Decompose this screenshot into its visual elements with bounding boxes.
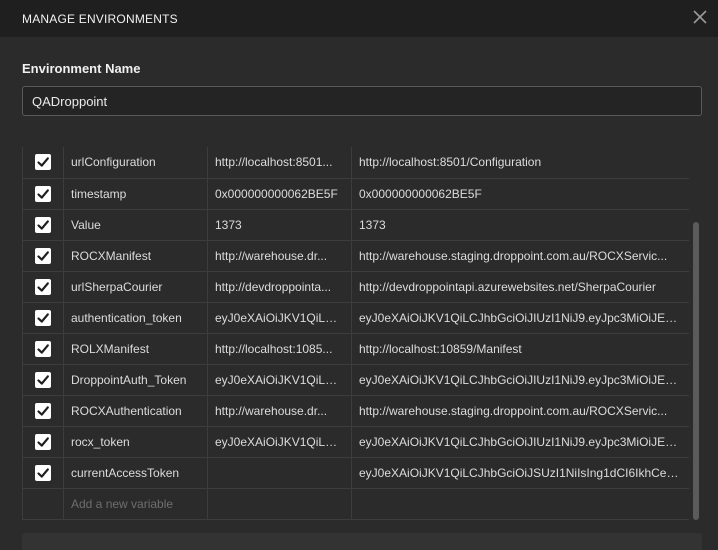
row-checkbox-cell xyxy=(22,301,64,334)
checkmark-icon xyxy=(37,467,49,478)
checkmark-icon xyxy=(37,405,49,416)
variable-current-value-cell[interactable]: 0x000000000062BE5F xyxy=(351,177,689,210)
row-checkbox-cell xyxy=(22,363,64,396)
enabled-checkbox[interactable] xyxy=(35,216,51,233)
dialog-titlebar: MANAGE ENVIRONMENTS xyxy=(0,0,718,37)
variable-key-cell[interactable]: ROCXAuthentication xyxy=(63,394,208,427)
variable-initial-value-cell[interactable]: eyJ0eXAiOiJKV1QiLCJ... xyxy=(207,425,352,458)
variable-current-value-cell[interactable]: http://warehouse.staging.droppoint.com.a… xyxy=(351,239,689,272)
variable-key-cell[interactable]: ROLXManifest xyxy=(63,332,208,365)
enabled-checkbox[interactable] xyxy=(35,464,51,481)
enabled-checkbox[interactable] xyxy=(35,402,51,419)
enabled-checkbox[interactable] xyxy=(35,185,51,202)
close-icon[interactable] xyxy=(692,9,708,25)
variable-current-value-cell[interactable]: eyJ0eXAiOiJKV1QiLCJhbGciOiJIUzI1NiJ9.eyJ… xyxy=(351,425,689,458)
table-row: rocx_token eyJ0eXAiOiJKV1QiLCJ... eyJ0eXAi… xyxy=(22,425,689,458)
environment-name-label: Environment Name xyxy=(22,61,141,76)
variable-initial-value-cell[interactable]: eyJ0eXAiOiJKV1QiLCJ... xyxy=(207,363,352,396)
variable-initial-value-cell[interactable]: http://warehouse.dr... xyxy=(207,239,352,272)
variable-initial-value-cell[interactable] xyxy=(207,456,352,489)
table-row: DroppointAuth_Token eyJ0eXAiOiJKV1QiLCJ..… xyxy=(22,363,689,396)
environment-name-input[interactable] xyxy=(22,86,702,116)
variable-key-cell[interactable]: urlSherpaCourier xyxy=(63,270,208,303)
bottom-panel xyxy=(22,533,702,550)
variable-key-cell[interactable]: timestamp xyxy=(63,177,208,210)
variable-initial-value-cell[interactable]: http://localhost:1085... xyxy=(207,332,352,365)
checkmark-icon xyxy=(37,343,49,354)
checkmark-icon xyxy=(37,374,49,385)
variable-current-value-cell[interactable]: http://devdroppointapi.azurewebsites.net… xyxy=(351,270,689,303)
table-row: timestamp 0x000000000062BE5F 0x00000000006… xyxy=(22,177,689,210)
checkmark-icon xyxy=(37,281,49,292)
variable-current-value-cell[interactable]: eyJ0eXAiOiJKV1QiLCJhbGciOiJIUzI1NiJ9.eyJ… xyxy=(351,363,689,396)
row-checkbox-cell xyxy=(22,147,64,179)
variable-current-value-cell[interactable]: eyJ0eXAiOiJKV1QiLCJhbGciOiJSUzI1NiIsIng1… xyxy=(351,456,689,489)
variable-current-value-cell[interactable]: eyJ0eXAiOiJKV1QiLCJhbGciOiJIUzI1NiJ9.eyJ… xyxy=(351,301,689,334)
variable-key-cell[interactable]: Value xyxy=(63,208,208,241)
table-row: urlConfiguration http://localhost:8501...… xyxy=(22,147,689,179)
table-row: urlSherpaCourier http://devdroppointa... h… xyxy=(22,270,689,303)
enabled-checkbox[interactable] xyxy=(35,371,51,388)
row-checkbox-cell xyxy=(22,456,64,489)
new-variable-current-cell[interactable] xyxy=(351,487,689,520)
variable-key-cell[interactable]: urlConfiguration xyxy=(63,147,208,179)
checkmark-icon xyxy=(37,436,49,447)
enabled-checkbox[interactable] xyxy=(35,154,51,171)
table-row: ROCXManifest http://warehouse.dr... http:/… xyxy=(22,239,689,272)
variable-key-cell[interactable]: currentAccessToken xyxy=(63,456,208,489)
checkmark-icon xyxy=(37,157,49,167)
variable-initial-value-cell[interactable]: eyJ0eXAiOiJKV1QiLCJ... xyxy=(207,301,352,334)
checkmark-icon xyxy=(37,219,49,230)
variable-initial-value-cell[interactable]: http://warehouse.dr... xyxy=(207,394,352,427)
variable-initial-value-cell[interactable]: 1373 xyxy=(207,208,352,241)
variable-current-value-cell[interactable]: http://localhost:8501/Configuration xyxy=(351,147,689,179)
variable-key-cell[interactable]: authentication_token xyxy=(63,301,208,334)
enabled-checkbox[interactable] xyxy=(35,309,51,326)
variable-current-value-cell[interactable]: http://warehouse.staging.droppoint.com.a… xyxy=(351,394,689,427)
new-variable-initial-cell[interactable] xyxy=(207,487,352,520)
empty-checkbox-cell xyxy=(22,487,64,520)
table-row: ROCXAuthentication http://warehouse.dr...… xyxy=(22,394,689,427)
row-checkbox-cell xyxy=(22,394,64,427)
table-row: Value 1373 1373 xyxy=(22,208,689,241)
variable-initial-value-cell[interactable]: 0x000000000062BE5F xyxy=(207,177,352,210)
enabled-checkbox[interactable] xyxy=(35,247,51,264)
variable-current-value-cell[interactable]: 1373 xyxy=(351,208,689,241)
table-row: currentAccessToken eyJ0eXAiOiJKV1QiLCJhbG… xyxy=(22,456,689,489)
table-row: ROLXManifest http://localhost:1085... http… xyxy=(22,332,689,365)
variable-key-cell[interactable]: DroppointAuth_Token xyxy=(63,363,208,396)
row-checkbox-cell xyxy=(22,425,64,458)
row-checkbox-cell xyxy=(22,177,64,210)
new-variable-row: Add a new variable xyxy=(22,487,689,520)
variable-current-value-cell[interactable]: http://localhost:10859/Manifest xyxy=(351,332,689,365)
table-scrollbar-thumb[interactable] xyxy=(693,222,699,520)
enabled-checkbox[interactable] xyxy=(35,340,51,357)
variable-initial-value-cell[interactable]: http://devdroppointa... xyxy=(207,270,352,303)
variables-table: urlConfiguration http://localhost:8501...… xyxy=(22,147,689,523)
row-checkbox-cell xyxy=(22,270,64,303)
variable-key-cell[interactable]: ROCXManifest xyxy=(63,239,208,272)
row-checkbox-cell xyxy=(22,332,64,365)
row-checkbox-cell xyxy=(22,208,64,241)
dialog-title: MANAGE ENVIRONMENTS xyxy=(22,12,178,26)
checkmark-icon xyxy=(37,250,49,261)
new-variable-input[interactable]: Add a new variable xyxy=(63,487,208,520)
checkmark-icon xyxy=(37,312,49,323)
variable-key-cell[interactable]: rocx_token xyxy=(63,425,208,458)
enabled-checkbox[interactable] xyxy=(35,433,51,450)
checkmark-icon xyxy=(37,188,49,199)
variable-initial-value-cell[interactable]: http://localhost:8501... xyxy=(207,147,352,179)
row-checkbox-cell xyxy=(22,239,64,272)
table-row: authentication_token eyJ0eXAiOiJKV1QiLCJ.… xyxy=(22,301,689,334)
enabled-checkbox[interactable] xyxy=(35,278,51,295)
